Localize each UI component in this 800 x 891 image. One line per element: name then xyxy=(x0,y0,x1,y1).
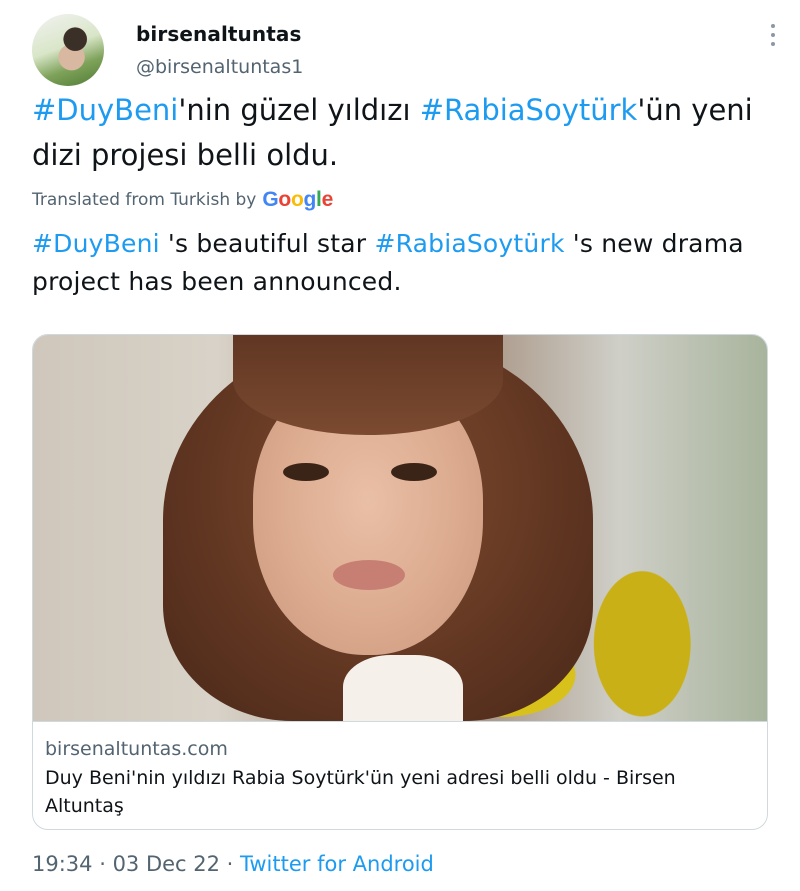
link-preview-image xyxy=(33,335,767,721)
separator: · xyxy=(220,852,241,876)
display-name[interactable]: birsenaltuntas xyxy=(136,22,302,46)
translation-label: Translated from Turkish by xyxy=(32,190,257,210)
more-options-icon[interactable] xyxy=(770,24,776,46)
tweet-text-segment: 'nin güzel yıldızı xyxy=(178,93,420,127)
tweet-time[interactable]: 19:34 xyxy=(32,852,93,876)
photo-shirt xyxy=(343,655,463,721)
hashtag-link[interactable]: #RabiaSoytürk xyxy=(420,93,638,127)
link-title: Duy Beni'nin yıldızı Rabia Soytürk'ün ye… xyxy=(45,767,676,817)
link-domain: birsenaltuntas.com xyxy=(45,738,228,760)
translation-attribution: Translated from Turkish by Google xyxy=(32,188,333,212)
separator: · xyxy=(92,852,113,876)
tweet-footer: 19:34 · 03 Dec 22 · Twitter for Android xyxy=(32,852,434,876)
hashtag-link[interactable]: #DuyBeni xyxy=(32,93,178,127)
link-preview-meta: birsenaltuntas.com Duy Beni'nin yıldızı … xyxy=(33,721,767,829)
hashtag-link[interactable]: #DuyBeni xyxy=(32,229,160,258)
photo-eye xyxy=(391,463,437,481)
avatar[interactable] xyxy=(32,14,104,86)
translated-text-segment: 's beautiful star xyxy=(159,229,375,258)
hashtag-link[interactable]: #RabiaSoytürk xyxy=(374,229,564,258)
link-preview-card[interactable]: birsenaltuntas.com Duy Beni'nin yıldızı … xyxy=(32,334,768,830)
translated-text: #DuyBeni 's beautiful star #RabiaSoytürk… xyxy=(32,225,772,301)
tweet-source-link[interactable]: Twitter for Android xyxy=(240,852,434,876)
user-handle[interactable]: @birsenaltuntas1 xyxy=(136,56,303,78)
tweet-date[interactable]: 03 Dec 22 xyxy=(113,852,220,876)
google-logo-icon[interactable]: Google xyxy=(262,188,333,212)
tweet-text: #DuyBeni'nin güzel yıldızı #RabiaSoytürk… xyxy=(32,88,772,178)
photo-eye xyxy=(283,463,329,481)
photo-lips xyxy=(333,560,405,590)
